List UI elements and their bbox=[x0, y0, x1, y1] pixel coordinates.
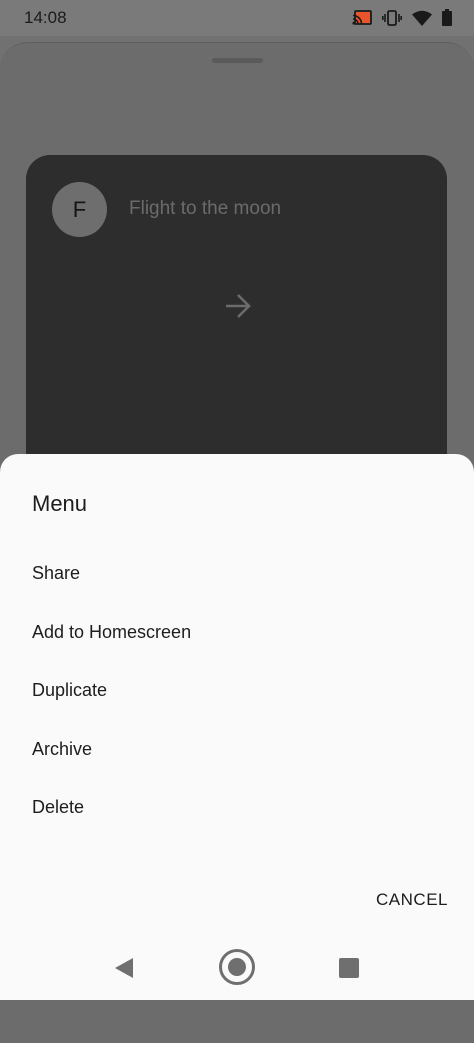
status-bar: 14:08 bbox=[0, 0, 474, 36]
wifi-icon bbox=[412, 10, 432, 26]
menu-item-delete[interactable]: Delete bbox=[0, 778, 474, 836]
menu-title: Menu bbox=[32, 491, 88, 516]
menu-item-label: Share bbox=[32, 562, 81, 583]
arrow-right-icon[interactable] bbox=[223, 291, 253, 326]
menu-bottom-sheet: Menu Share Add to Homescreen Duplicate A… bbox=[0, 454, 474, 1000]
recents-icon[interactable] bbox=[339, 958, 359, 983]
menu-item-label: Duplicate bbox=[32, 679, 108, 700]
menu-item-share[interactable]: Share bbox=[0, 544, 474, 602]
menu-item-duplicate[interactable]: Duplicate bbox=[0, 661, 474, 719]
status-icons bbox=[352, 9, 452, 26]
status-time: 14:08 bbox=[24, 8, 67, 27]
menu-item-add-to-homescreen[interactable]: Add to Homescreen bbox=[0, 603, 474, 661]
vibrate-icon bbox=[382, 9, 402, 26]
menu-item-archive[interactable]: Archive bbox=[0, 720, 474, 778]
menu-item-label: Delete bbox=[32, 796, 85, 817]
menu-item-label: Add to Homescreen bbox=[32, 621, 192, 642]
back-icon[interactable] bbox=[113, 956, 135, 985]
battery-icon bbox=[442, 9, 452, 26]
menu-item-label: Archive bbox=[32, 738, 93, 759]
navigation-bar bbox=[0, 938, 474, 1000]
avatar: F bbox=[52, 182, 107, 237]
drag-handle[interactable] bbox=[212, 58, 263, 63]
cancel-button[interactable]: CANCEL bbox=[376, 886, 448, 914]
home-icon[interactable] bbox=[218, 948, 256, 991]
card-title: Flight to the moon bbox=[129, 198, 282, 219]
cast-icon bbox=[352, 9, 372, 26]
